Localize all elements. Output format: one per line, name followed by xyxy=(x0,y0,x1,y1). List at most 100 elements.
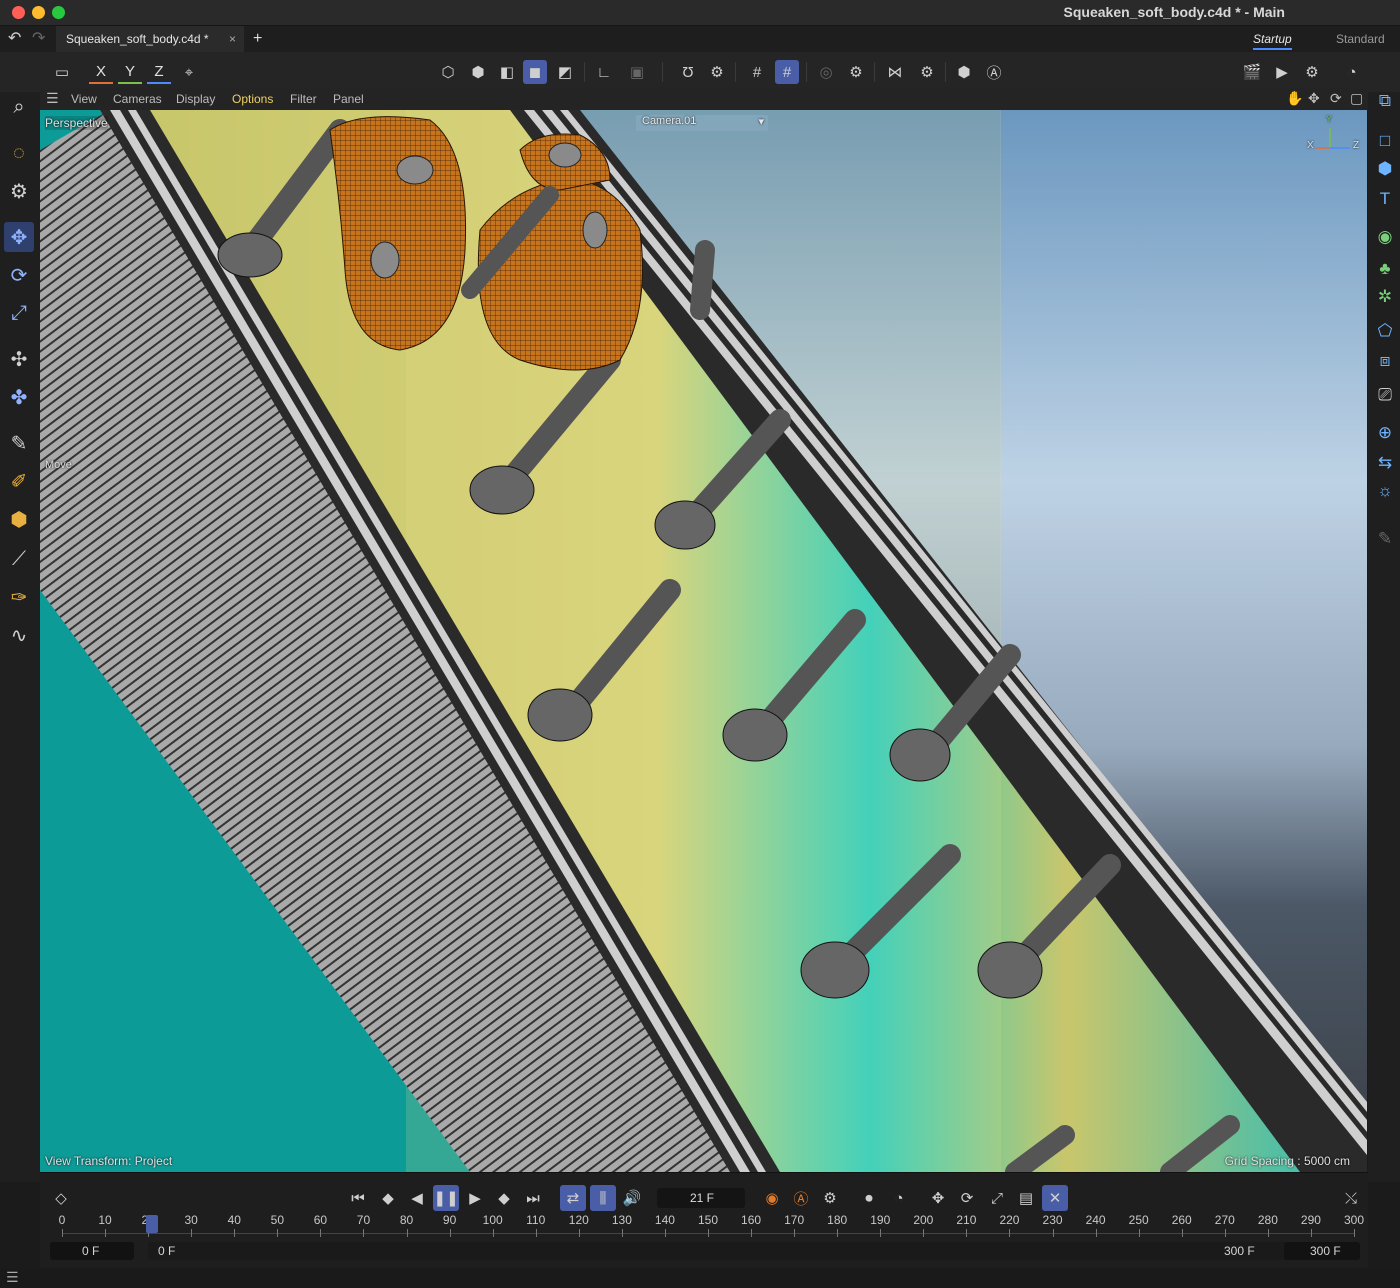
go-to-start-icon[interactable]: ⏮ xyxy=(345,1185,371,1211)
status-menu-icon[interactable]: ☰ xyxy=(6,1269,19,1286)
spline-tool-icon[interactable]: ∿ xyxy=(4,620,34,650)
placement-tool-icon[interactable]: ✤ xyxy=(4,382,34,412)
move-view-icon[interactable]: ✥ xyxy=(1308,90,1320,107)
pause-button[interactable]: ❚❚ xyxy=(433,1185,459,1211)
key-position-icon[interactable]: ⏺ xyxy=(856,1185,882,1211)
light-icon[interactable]: ☼ xyxy=(1372,478,1398,504)
loop-icon[interactable]: ⇄ xyxy=(560,1185,586,1211)
next-frame-icon[interactable]: ▶ xyxy=(462,1185,488,1211)
menu-panel[interactable]: Panel xyxy=(333,92,364,106)
symmetry-icon[interactable]: ⋈ xyxy=(883,60,907,84)
select-settings-icon[interactable]: ⚙ xyxy=(4,176,34,206)
environment-icon[interactable]: ⊕ xyxy=(1372,420,1398,446)
menu-filter[interactable]: Filter xyxy=(290,92,317,106)
record-icon[interactable]: ◉ xyxy=(759,1185,785,1211)
range-end-field[interactable]: 300 F xyxy=(1284,1242,1360,1260)
range-start-field[interactable]: 0 F xyxy=(50,1242,134,1260)
render-settings-icon[interactable]: ⚙ xyxy=(1300,60,1324,84)
uv-mode-icon[interactable]: ◩ xyxy=(553,60,577,84)
key-rotation-icon[interactable]: ◔ xyxy=(886,1185,912,1211)
menu-display[interactable]: Display xyxy=(176,92,215,106)
previous-frame-icon[interactable]: ◀ xyxy=(404,1185,430,1211)
symmetry-settings-icon[interactable]: ⚙ xyxy=(915,60,939,84)
edges-mode-icon[interactable]: ⬢ xyxy=(466,60,490,84)
primitives-icon[interactable]: ⬢ xyxy=(4,504,34,534)
spline-sketch-icon[interactable]: ✐ xyxy=(4,466,34,496)
scene-icon[interactable]: ⧈ xyxy=(1372,348,1398,374)
redo-icon[interactable]: ↷ xyxy=(32,26,45,52)
cube-icon[interactable]: ⬢ xyxy=(1372,156,1398,182)
cube-outline-icon[interactable]: □ xyxy=(1372,128,1398,154)
menu-options[interactable]: Options xyxy=(232,92,273,106)
cloner-icon[interactable]: ♣ xyxy=(1372,256,1398,282)
selection-tool-icon[interactable]: ◌ xyxy=(4,138,34,168)
close-window-button[interactable] xyxy=(12,6,25,19)
playback-mode-icon[interactable]: ⫼ xyxy=(590,1185,616,1211)
key-scale-icon[interactable]: ⤢ xyxy=(984,1185,1010,1211)
redshift-icon[interactable]: ◔ xyxy=(1340,60,1364,84)
key-move-icon[interactable]: ✥ xyxy=(925,1185,951,1211)
key-rotate-icon[interactable]: ⟳ xyxy=(954,1185,980,1211)
camera-icon[interactable]: ⎚ xyxy=(1372,382,1398,408)
zoom-window-button[interactable] xyxy=(52,6,65,19)
render-view-icon[interactable]: 🎬 xyxy=(1240,60,1264,84)
texture-mode-icon[interactable]: ▣ xyxy=(625,60,649,84)
maximize-view-icon[interactable]: ▢ xyxy=(1350,90,1363,107)
rotate-tool-icon[interactable]: ⟳ xyxy=(4,260,34,290)
workplane-settings-icon[interactable]: ⚙ xyxy=(844,60,868,84)
minimize-window-button[interactable] xyxy=(32,6,45,19)
render-picture-viewer-icon[interactable]: ▶ xyxy=(1270,60,1294,84)
document-tab[interactable]: Squeaken_soft_body.c4d * × xyxy=(56,26,244,52)
sound-icon[interactable]: 🔊 xyxy=(619,1185,645,1211)
grid-snap-icon[interactable]: # xyxy=(775,60,799,84)
x-axis-toggle[interactable]: X xyxy=(89,60,113,84)
preview-start-field[interactable]: 0 F xyxy=(148,1242,1288,1260)
key-param-icon[interactable]: ▤ xyxy=(1013,1185,1039,1211)
previous-key-icon[interactable]: ◆ xyxy=(375,1185,401,1211)
key-pla-icon[interactable]: ✕ xyxy=(1042,1185,1068,1211)
object-lock-icon[interactable]: ⬢ xyxy=(952,60,976,84)
scale-tool-icon[interactable]: ⤢ xyxy=(4,298,34,328)
light-icon-a[interactable]: ⇆ xyxy=(1372,450,1398,476)
field-icon[interactable]: ⬠ xyxy=(1372,318,1398,344)
text-icon[interactable]: T xyxy=(1372,186,1398,212)
axis-mode-icon[interactable]: ∟ xyxy=(592,60,616,84)
magnet-icon[interactable]: Ʊ xyxy=(676,60,700,84)
go-to-end-icon[interactable]: ⏭ xyxy=(520,1185,546,1211)
auto-icon[interactable]: Ⓐ xyxy=(982,60,1006,84)
layout-tab-standard[interactable]: Standard xyxy=(1336,26,1385,52)
spline-pen-icon[interactable]: ✎ xyxy=(4,428,34,458)
y-axis-toggle[interactable]: Y xyxy=(118,60,142,84)
camera-dropdown[interactable]: Camera.01 ▾ xyxy=(636,115,768,131)
close-tab-icon[interactable]: × xyxy=(229,26,236,52)
3d-viewport[interactable]: Perspective Camera.01 ▾ Y X Z Move View … xyxy=(40,110,1367,1172)
autokey-icon[interactable]: Ⓐ xyxy=(788,1185,814,1211)
deformer-icon[interactable]: ✲ xyxy=(1372,284,1398,310)
menu-view[interactable]: View xyxy=(71,92,97,106)
snap-icon[interactable]: # xyxy=(745,60,769,84)
edit-icon[interactable]: ✎ xyxy=(1372,526,1398,552)
knife-icon[interactable]: ✑ xyxy=(4,582,34,612)
polygons-mode-icon[interactable]: ◧ xyxy=(495,60,519,84)
preview-end-field[interactable]: 300 F xyxy=(1190,1242,1288,1260)
playhead[interactable] xyxy=(146,1215,159,1233)
workplane-icon[interactable]: ◎ xyxy=(814,60,838,84)
new-tab-button[interactable]: + xyxy=(253,26,262,52)
coordinate-system-icon[interactable]: ⌖ xyxy=(177,60,201,84)
layout-tab-startup[interactable]: Startup xyxy=(1253,26,1292,50)
camera-label[interactable]: Perspective xyxy=(45,116,108,130)
next-key-icon[interactable]: ◆ xyxy=(491,1185,517,1211)
points-mode-icon[interactable]: ⬡ xyxy=(436,60,460,84)
magnet-settings-icon[interactable]: ⚙ xyxy=(705,60,729,84)
undo-icon[interactable]: ↶ xyxy=(8,26,21,52)
object-manager-icon[interactable]: ⧉ xyxy=(1372,88,1398,114)
search-icon[interactable]: ⌕ xyxy=(4,92,34,122)
archive-icon[interactable]: ▭ xyxy=(50,60,74,84)
key-settings-icon[interactable]: ⚙ xyxy=(817,1185,843,1211)
pan-view-icon[interactable]: ✋ xyxy=(1286,90,1303,107)
move-tool-icon[interactable]: ✥ xyxy=(4,222,34,252)
generator-icon[interactable]: ◉ xyxy=(1372,224,1398,250)
z-axis-toggle[interactable]: Z xyxy=(147,60,171,84)
brush-icon[interactable]: ⟋ xyxy=(4,544,34,574)
timeline-graph-icon[interactable]: ⤯ xyxy=(1338,1185,1364,1211)
